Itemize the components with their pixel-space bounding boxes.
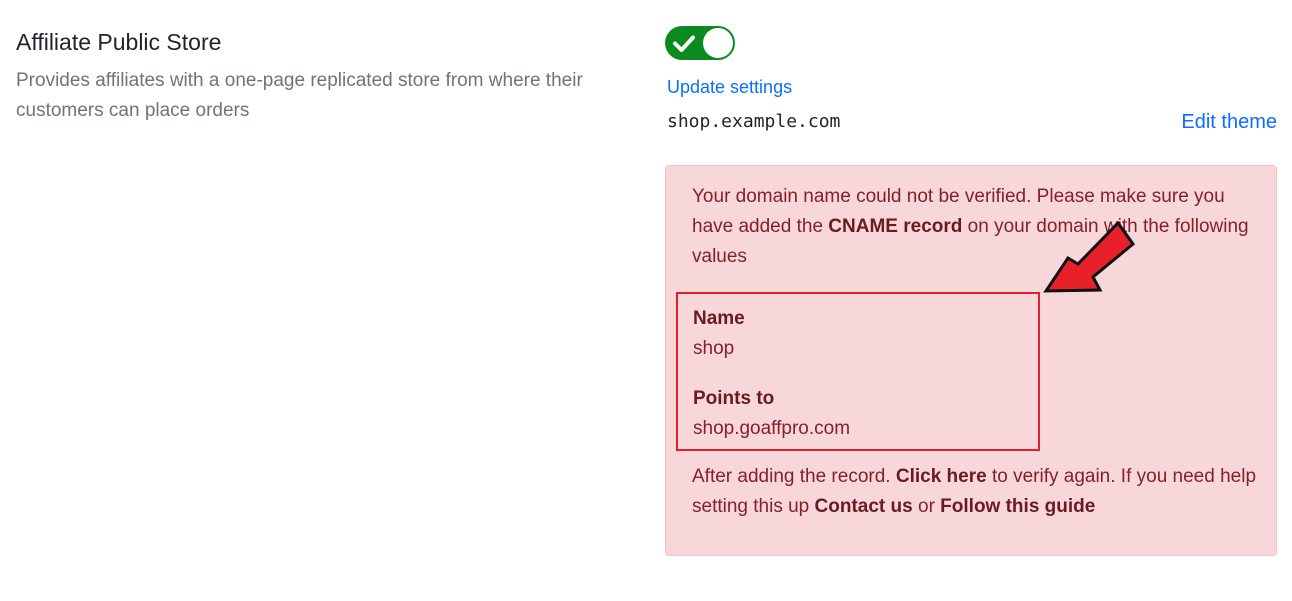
- setting-info: Affiliate Public Store Provides affiliat…: [16, 26, 636, 126]
- alert-footer: After adding the record. Click here to v…: [692, 462, 1257, 522]
- setting-description: Provides affiliates with a one-page repl…: [16, 70, 583, 121]
- record-name-label: Name: [693, 308, 745, 329]
- contact-us-link[interactable]: Contact us: [815, 496, 913, 517]
- edit-theme-link[interactable]: Edit theme: [1181, 110, 1277, 134]
- public-store-toggle[interactable]: [665, 26, 735, 60]
- domain-name: shop.example.com: [667, 111, 841, 132]
- toggle-knob: [703, 28, 733, 58]
- record-name-value: shop: [693, 338, 735, 359]
- setting-title: Affiliate Public Store: [16, 29, 222, 55]
- click-here-link[interactable]: Click here: [896, 466, 987, 487]
- alert-footer-text: After adding the record.: [692, 466, 896, 487]
- record-points-to-label: Points to: [693, 388, 775, 409]
- follow-guide-link[interactable]: Follow this guide: [940, 496, 1095, 517]
- record-points-to-value: shop.goaffpro.com: [693, 418, 851, 439]
- alert-intro: Your domain name could not be verified. …: [692, 182, 1257, 272]
- verification-alert: Your domain name could not be verified. …: [665, 165, 1277, 556]
- cname-record-text: CNAME record: [828, 216, 963, 237]
- red-arrow-icon: [1043, 220, 1136, 293]
- check-icon: [673, 35, 695, 52]
- update-settings-link[interactable]: Update settings: [667, 76, 792, 98]
- alert-footer-or: or: [912, 496, 941, 517]
- cname-record-box: Name shop Points to shop.goaffpro.com: [676, 292, 1040, 451]
